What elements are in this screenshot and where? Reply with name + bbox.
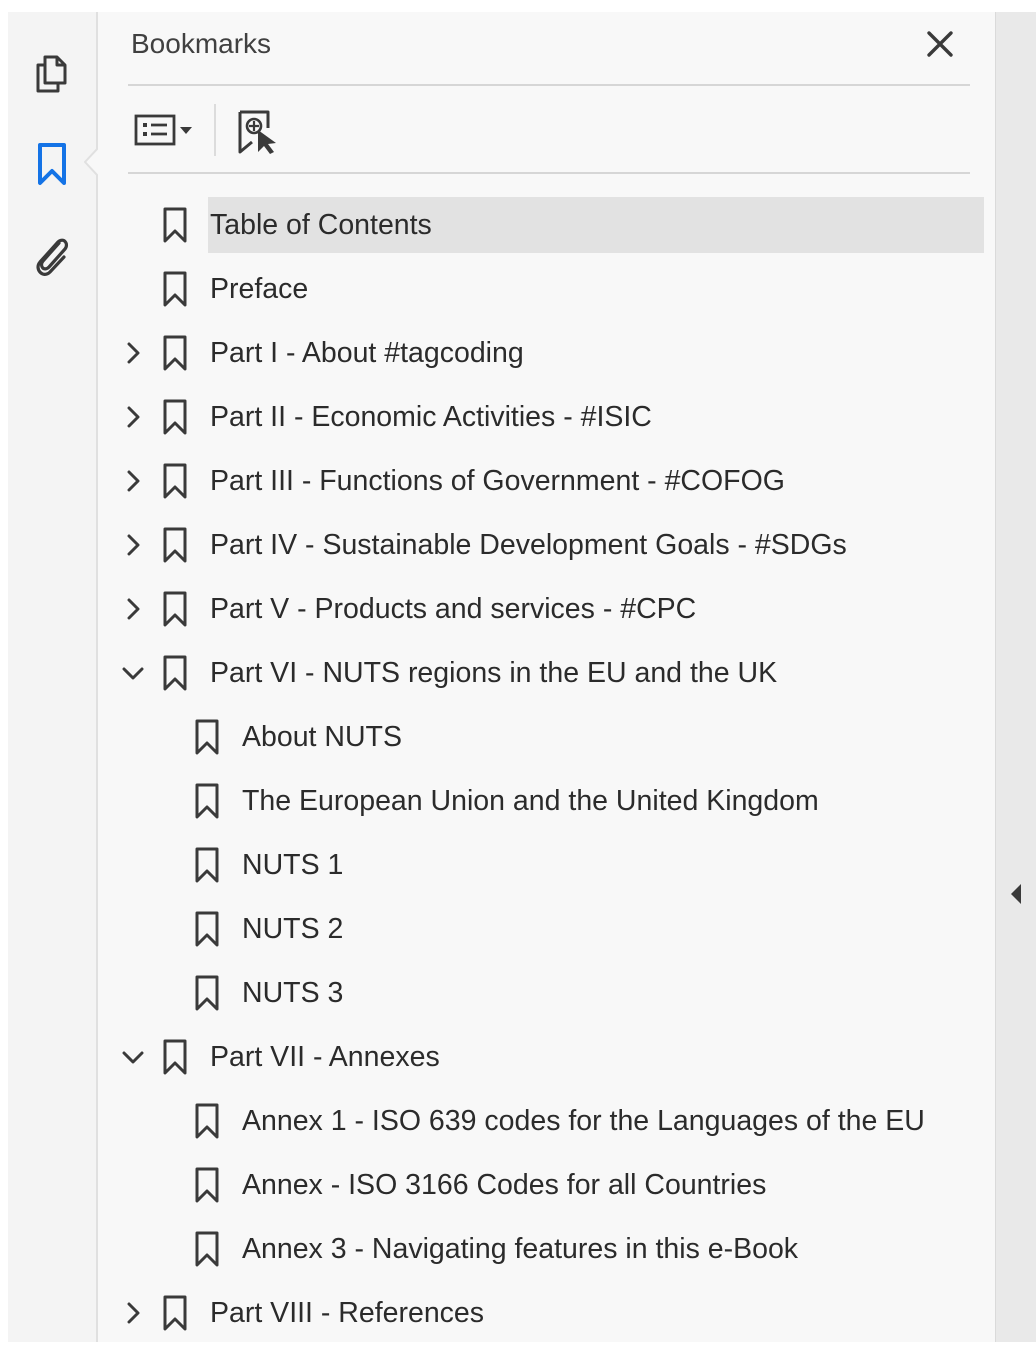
top-edge <box>0 0 1036 12</box>
chevron-right-icon <box>127 406 140 428</box>
bookmark-child-item[interactable]: Annex 1 - ISO 639 codes for the Language… <box>98 1093 995 1157</box>
bookmark-label: Part IV - Sustainable Development Goals … <box>210 529 847 561</box>
chevron-down-icon <box>180 127 192 134</box>
bookmark-icon <box>163 655 187 691</box>
bookmark-label: Part III - Functions of Government - #CO… <box>210 465 785 497</box>
bookmark-tree: Table of Contents Preface Part I - About #… <box>98 197 995 1349</box>
bookmark-label: Part VII - Annexes <box>210 1041 440 1073</box>
bookmark-label: About NUTS <box>242 721 402 753</box>
bookmark-child-item[interactable]: About NUTS <box>98 709 995 773</box>
page-thumbnails-button[interactable] <box>28 47 76 95</box>
bookmark-icon <box>38 143 66 185</box>
bookmark-icon <box>163 335 187 371</box>
expand-toggle[interactable] <box>118 465 148 497</box>
bookmark-icon <box>195 911 219 947</box>
bookmark-item[interactable]: Preface <box>98 261 995 325</box>
bookmark-child-item[interactable]: NUTS 2 <box>98 901 995 965</box>
bookmark-label: Annex - ISO 3166 Codes for all Countries <box>242 1169 767 1201</box>
bookmark-item[interactable]: Part VIII - References <box>98 1285 995 1349</box>
close-panel-button[interactable] <box>920 26 960 62</box>
bookmark-label: Table of Contents <box>210 209 432 241</box>
paperclip-icon <box>36 238 69 276</box>
bookmark-icon <box>163 1039 187 1075</box>
bookmark-label: Annex 1 - ISO 639 codes for the Language… <box>242 1105 925 1137</box>
bookmark-item[interactable]: Part III - Functions of Government - #CO… <box>98 453 995 517</box>
bookmark-icon <box>163 271 187 307</box>
bookmark-label: NUTS 1 <box>242 849 344 881</box>
bookmark-icon <box>195 719 219 755</box>
bookmark-label: Preface <box>210 273 309 305</box>
bookmark-options-button[interactable] <box>128 108 200 152</box>
bookmark-icon <box>163 591 187 627</box>
bookmark-icon <box>195 1103 219 1139</box>
bookmark-icon <box>163 399 187 435</box>
active-tab-pointer <box>84 148 98 176</box>
bookmark-child-item[interactable]: NUTS 1 <box>98 837 995 901</box>
new-bookmark-icon <box>238 110 276 154</box>
toolbar-separator <box>214 104 216 156</box>
new-bookmark-button[interactable] <box>232 106 282 158</box>
bookmark-label: NUTS 2 <box>242 913 344 945</box>
right-collapse-strip <box>995 12 1036 1342</box>
bookmark-label: Part VI - NUTS regions in the EU and the… <box>210 657 778 689</box>
bookmark-label: Annex 3 - Navigating features in this e-… <box>242 1233 799 1265</box>
bookmark-label: Part II - Economic Activities - #ISIC <box>210 401 652 433</box>
bookmark-icon <box>163 207 187 243</box>
panel-title: Bookmarks <box>131 28 272 59</box>
bookmark-child-item[interactable]: The European Union and the United Kingdo… <box>98 773 995 837</box>
chevron-down-icon <box>122 1051 144 1064</box>
header-divider <box>128 84 970 86</box>
chevron-down-icon <box>122 667 144 680</box>
expand-toggle[interactable] <box>118 401 148 433</box>
expand-toggle[interactable] <box>118 337 148 369</box>
expand-toggle[interactable] <box>118 529 148 561</box>
bookmark-item[interactable]: Part VII - Annexes <box>98 1029 995 1093</box>
bookmark-icon <box>163 527 187 563</box>
bookmark-icon <box>195 1167 219 1203</box>
chevron-right-icon <box>127 470 140 492</box>
bookmark-item[interactable]: Part VI - NUTS regions in the EU and the… <box>98 645 995 709</box>
bookmark-label: Part I - About #tagcoding <box>210 337 524 369</box>
bookmarks-panel: Bookmarks Table of Contents Preface Part I… <box>98 12 995 1342</box>
navigation-rail <box>8 12 98 1342</box>
chevron-right-icon <box>127 342 140 364</box>
bookmark-item[interactable]: Part V - Products and services - #CPC <box>98 581 995 645</box>
bookmark-icon <box>195 847 219 883</box>
bookmark-item[interactable]: Part IV - Sustainable Development Goals … <box>98 517 995 581</box>
bookmark-item[interactable]: Part I - About #tagcoding <box>98 325 995 389</box>
bookmark-icon <box>195 783 219 819</box>
toolbar-divider <box>128 172 970 174</box>
bookmark-label: NUTS 3 <box>242 977 344 1009</box>
bookmarks-button[interactable] <box>28 140 76 188</box>
copy-pages-icon <box>36 55 67 93</box>
bookmark-item[interactable]: Part II - Economic Activities - #ISIC <box>98 389 995 453</box>
bookmark-child-item[interactable]: Annex 3 - Navigating features in this e-… <box>98 1221 995 1285</box>
bookmark-icon <box>195 1231 219 1267</box>
bookmark-item[interactable]: Table of Contents <box>98 197 995 261</box>
bookmark-icon <box>195 975 219 1011</box>
collapse-left-icon[interactable] <box>1008 880 1024 908</box>
expand-toggle[interactable] <box>118 593 148 625</box>
bookmark-icon <box>163 463 187 499</box>
bookmark-label: Part VIII - References <box>210 1297 485 1329</box>
chevron-right-icon <box>127 534 140 556</box>
collapse-toggle[interactable] <box>118 657 148 689</box>
chevron-right-icon <box>127 598 140 620</box>
chevron-right-icon <box>127 1302 140 1324</box>
bookmark-child-item[interactable]: Annex - ISO 3166 Codes for all Countries <box>98 1157 995 1221</box>
bookmark-icon <box>163 1295 187 1331</box>
bookmark-child-item[interactable]: NUTS 3 <box>98 965 995 1029</box>
list-options-icon <box>134 114 176 146</box>
bookmark-label: Part V - Products and services - #CPC <box>210 593 697 625</box>
close-icon <box>927 31 953 57</box>
expand-toggle[interactable] <box>118 1297 148 1329</box>
left-edge <box>0 0 8 1342</box>
collapse-toggle[interactable] <box>118 1041 148 1073</box>
attachments-button[interactable] <box>28 232 76 280</box>
bookmark-label: The European Union and the United Kingdo… <box>242 785 819 817</box>
